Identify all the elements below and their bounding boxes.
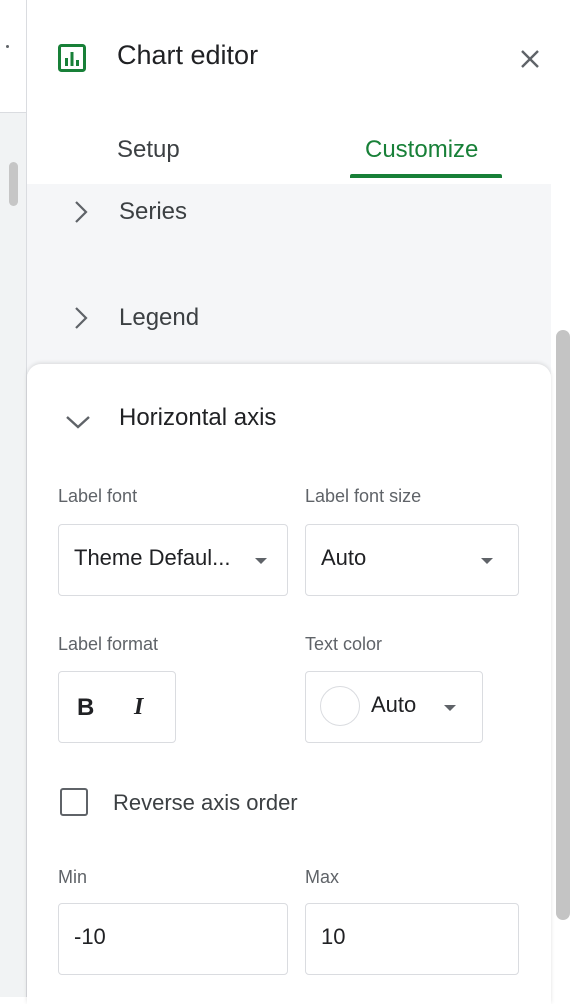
collapsed-sections: Series Legend [27,184,551,374]
active-tab-indicator [350,174,502,178]
caret-down-icon [255,558,267,564]
horizontal-axis-header[interactable]: Horizontal axis [27,398,551,448]
chevron-right-icon [75,307,88,329]
section-legend[interactable]: Legend [27,290,551,350]
max-input[interactable]: 10 [305,903,519,975]
italic-button[interactable]: I [134,694,143,721]
chart-editor-header: Chart editor [27,0,579,109]
section-horizontal-axis: Horizontal axis Label font Theme Defaul.… [27,364,551,1004]
section-series-label: Series [119,198,188,225]
tab-setup[interactable]: Setup [117,136,180,164]
chart-editor-panel: Chart editor Setup Customize Series Lege… [27,0,579,1004]
horizontal-axis-label: Horizontal axis [119,404,277,431]
tab-customize[interactable]: Customize [365,136,478,164]
chevron-right-icon [75,201,88,223]
sheet-toolbar-area [0,0,26,113]
close-icon[interactable] [515,44,545,74]
editor-tabs: Setup Customize [27,108,579,184]
text-color-label: Text color [305,634,383,654]
label-format-label: Label format [58,634,159,654]
caret-down-icon [481,558,493,564]
sheet-dot [6,45,9,48]
chart-icon [58,44,86,72]
min-label: Min [58,867,88,887]
text-color-value: Auto [371,692,417,717]
color-swatch [320,686,360,726]
section-legend-label: Legend [119,304,200,331]
spreadsheet-sliver [0,0,27,997]
label-format-group: B I [58,671,176,743]
label-font-dropdown[interactable]: Theme Defaul... [58,524,288,596]
panel-title: Chart editor [117,40,259,70]
max-label: Max [305,867,340,887]
sheet-scrollbar-thumb[interactable] [9,162,18,206]
label-font-size-value: Auto [321,545,367,570]
reverse-axis-order-checkbox[interactable] [60,788,88,816]
text-color-dropdown[interactable]: Auto [305,671,483,743]
max-value: 10 [321,924,346,949]
min-input[interactable]: -10 [58,903,288,975]
label-font-label: Label font [58,486,138,506]
label-font-size-label: Label font size [305,486,422,506]
section-series[interactable]: Series [27,184,551,244]
min-value: -10 [74,924,106,949]
caret-down-icon [444,705,456,711]
label-font-value: Theme Defaul... [74,545,231,570]
reverse-axis-order-label[interactable]: Reverse axis order [113,790,298,816]
chevron-down-icon [66,416,90,429]
panel-scrollbar[interactable] [556,330,570,920]
bold-button[interactable]: B [77,694,94,722]
label-font-size-dropdown[interactable]: Auto [305,524,519,596]
